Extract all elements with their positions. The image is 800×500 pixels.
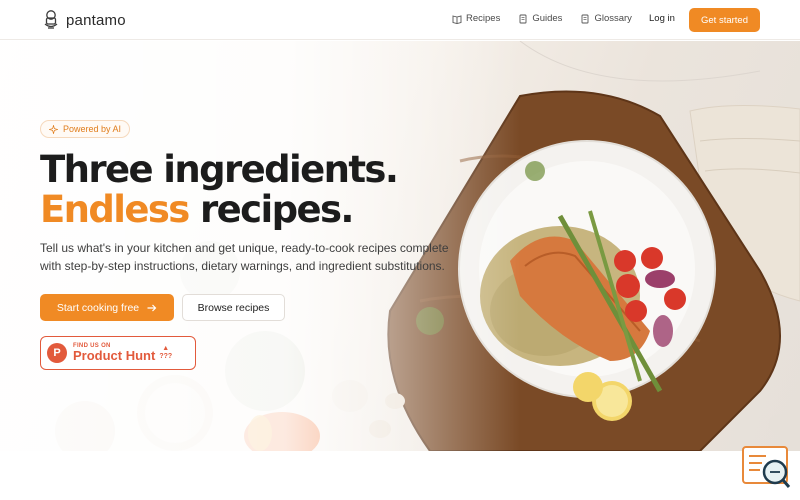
product-hunt-badge[interactable]: P FIND US ON Product Hunt ▲ ???	[40, 336, 196, 370]
hero-subtitle: Tell us what's in your kitchen and get u…	[40, 241, 449, 273]
browse-recipes-button[interactable]: Browse recipes	[182, 294, 285, 321]
arrow-right-icon	[147, 304, 157, 311]
top-navbar: pantamo Recipes Guides Glossary Log in G…	[0, 0, 800, 40]
nav-glossary[interactable]: Glossary	[580, 13, 632, 24]
product-hunt-text: FIND US ON Product Hunt	[73, 343, 155, 363]
nav-glossary-label: Glossary	[594, 13, 632, 24]
brand-name: pantamo	[66, 11, 126, 29]
book-icon	[452, 14, 462, 24]
product-hunt-logo-icon: P	[47, 343, 67, 363]
brand-logo[interactable]: pantamo	[42, 9, 126, 31]
chef-hat-icon	[44, 10, 58, 29]
search-helper-widget-icon[interactable]	[742, 446, 792, 490]
upvote-count: ???	[159, 353, 173, 360]
document-icon	[581, 14, 589, 23]
product-hunt-upvotes: ▲ ???	[159, 345, 172, 361]
nav-recipes[interactable]: Recipes	[452, 13, 500, 24]
get-started-button[interactable]: Get started	[689, 8, 760, 32]
hero-headline: Three ingredients. Endless recipes.	[40, 148, 399, 230]
login-link[interactable]: Log in	[649, 13, 675, 24]
headline-accent: Endless	[40, 188, 190, 231]
product-hunt-name: Product Hunt	[73, 348, 156, 363]
nav-guides[interactable]: Guides	[518, 13, 562, 24]
document-icon	[519, 14, 527, 23]
headline-line-2: Endless recipes.	[40, 190, 397, 230]
headline-line-1: Three ingredients.	[40, 148, 399, 191]
powered-by-ai-badge: Powered by AI	[40, 120, 131, 138]
main-nav: Recipes Guides Glossary	[452, 13, 632, 24]
badge-label: Powered by AI	[63, 124, 122, 134]
nav-recipes-label: Recipes	[466, 13, 501, 24]
start-cooking-label: Start cooking free	[56, 301, 140, 314]
sparkle-icon	[49, 124, 58, 134]
headline-line-2-rest: recipes.	[188, 188, 354, 231]
nav-guides-label: Guides	[532, 13, 563, 24]
start-cooking-button[interactable]: Start cooking free	[40, 294, 174, 321]
upvote-triangle-icon: ▲	[162, 345, 170, 352]
